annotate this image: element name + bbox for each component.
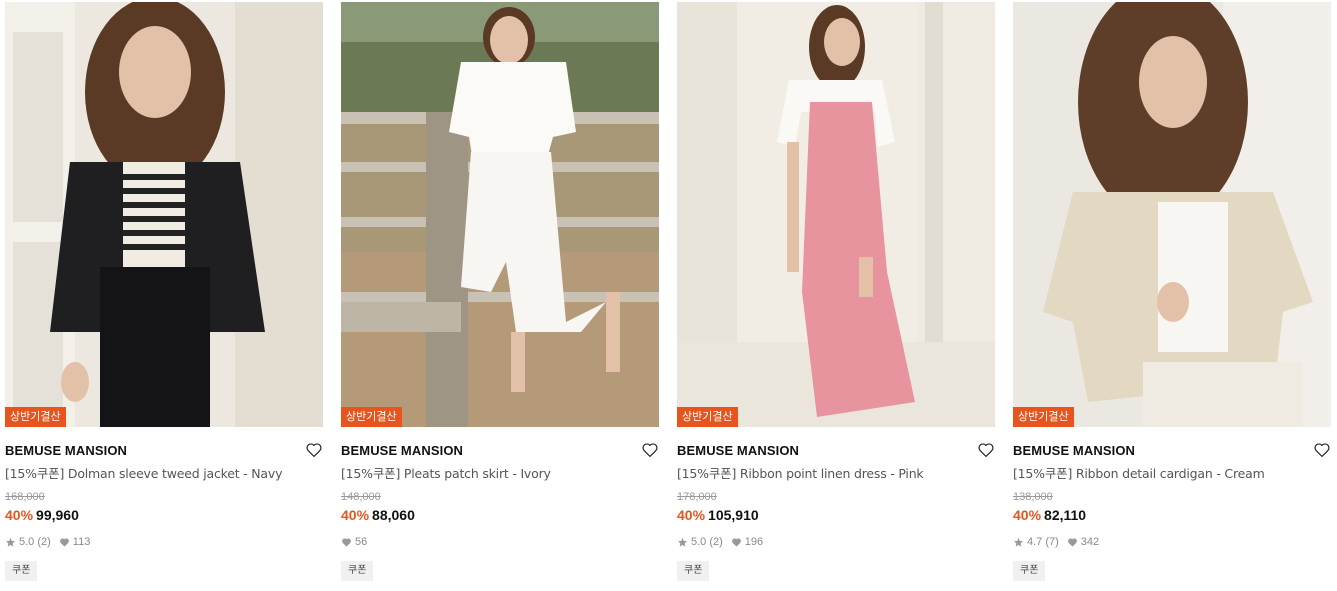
rating-text: 5.0 (2) bbox=[691, 536, 723, 548]
original-price: 168,000 bbox=[5, 491, 45, 503]
original-price: 178,000 bbox=[677, 491, 717, 503]
price-row: 40% 88,060 bbox=[341, 507, 659, 524]
price-row: 40% 82,110 bbox=[1013, 507, 1331, 524]
likes-group: 196 bbox=[731, 535, 763, 549]
original-price: 148,000 bbox=[341, 491, 381, 503]
promo-badge: 상반기결산 bbox=[1013, 407, 1074, 427]
brand-name[interactable]: BEMUSE MANSION bbox=[341, 440, 659, 462]
likes-group: 342 bbox=[1067, 535, 1099, 549]
brand-name[interactable]: BEMUSE MANSION bbox=[1013, 440, 1331, 462]
promo-badge: 상반기결산 bbox=[5, 407, 66, 427]
product-card[interactable]: 상반기결산 BEMUSE MANSION [15%쿠폰] Dolman slee… bbox=[5, 2, 323, 581]
likes-group: 113 bbox=[59, 535, 91, 549]
rating-group: 5.0 (2) bbox=[5, 535, 51, 549]
price-row: 40% 105,910 bbox=[677, 507, 995, 524]
sale-price: 99,960 bbox=[36, 507, 79, 523]
heart-icon[interactable] bbox=[1313, 441, 1331, 459]
likes-count: 342 bbox=[1080, 536, 1100, 548]
product-card[interactable]: 상반기결산 BEMUSE MANSION [15%쿠폰] Ribbon poin… bbox=[677, 2, 995, 581]
rating-group: 4.7 (7) bbox=[1013, 535, 1059, 549]
product-meta: 56 bbox=[341, 535, 659, 549]
product-card[interactable]: 상반기결산 BEMUSE MANSION [15%쿠폰] Ribbon deta… bbox=[1013, 2, 1331, 581]
product-card[interactable]: 상반기결산 BEMUSE MANSION [15%쿠폰] Pleats patc… bbox=[341, 2, 659, 581]
original-price: 138,000 bbox=[1013, 491, 1053, 503]
coupon-tag: 쿠폰 bbox=[1013, 561, 1046, 581]
sale-price: 88,060 bbox=[372, 507, 415, 523]
heart-icon[interactable] bbox=[641, 441, 659, 459]
sale-price: 82,110 bbox=[1044, 507, 1087, 523]
coupon-tag: 쿠폰 bbox=[341, 561, 374, 581]
product-meta: 5.0 (2) 113 bbox=[5, 535, 323, 549]
discount-rate: 40% bbox=[1013, 507, 1042, 523]
rating-text: 4.7 (7) bbox=[1027, 536, 1059, 548]
product-image[interactable]: 상반기결산 bbox=[5, 2, 323, 427]
heart-filled-icon bbox=[1067, 538, 1077, 547]
price-row: 40% 99,960 bbox=[5, 507, 323, 524]
likes-group: 56 bbox=[341, 535, 367, 549]
star-icon bbox=[1013, 537, 1024, 547]
likes-count: 56 bbox=[355, 536, 368, 548]
heart-filled-icon bbox=[342, 538, 351, 547]
heart-filled-icon bbox=[59, 538, 69, 547]
product-title[interactable]: [15%쿠폰] Pleats patch skirt - Ivory bbox=[341, 466, 659, 482]
star-icon bbox=[677, 537, 688, 547]
likes-count: 113 bbox=[72, 536, 91, 548]
star-icon bbox=[5, 537, 16, 547]
likes-count: 196 bbox=[744, 536, 764, 548]
product-meta: 4.7 (7) 342 bbox=[1013, 535, 1331, 549]
rating-text: 5.0 (2) bbox=[19, 536, 51, 548]
promo-badge: 상반기결산 bbox=[677, 407, 738, 427]
product-image[interactable]: 상반기결산 bbox=[341, 2, 659, 427]
product-meta: 5.0 (2) 196 bbox=[677, 535, 995, 549]
sale-price: 105,910 bbox=[708, 507, 759, 523]
discount-rate: 40% bbox=[341, 507, 370, 523]
heart-filled-icon bbox=[731, 538, 741, 547]
rating-group: 5.0 (2) bbox=[677, 535, 723, 549]
heart-icon[interactable] bbox=[305, 441, 323, 459]
discount-rate: 40% bbox=[5, 507, 34, 523]
product-grid: 상반기결산 BEMUSE MANSION [15%쿠폰] Dolman slee… bbox=[0, 0, 1337, 591]
coupon-tag: 쿠폰 bbox=[5, 561, 38, 581]
coupon-tag: 쿠폰 bbox=[677, 561, 710, 581]
product-title[interactable]: [15%쿠폰] Dolman sleeve tweed jacket - Nav… bbox=[5, 466, 323, 482]
discount-rate: 40% bbox=[677, 507, 706, 523]
heart-icon[interactable] bbox=[977, 441, 995, 459]
product-image[interactable]: 상반기결산 bbox=[677, 2, 995, 427]
product-image[interactable]: 상반기결산 bbox=[1013, 2, 1331, 427]
product-title[interactable]: [15%쿠폰] Ribbon detail cardigan - Cream bbox=[1013, 466, 1331, 482]
product-title[interactable]: [15%쿠폰] Ribbon point linen dress - Pink bbox=[677, 466, 995, 482]
brand-name[interactable]: BEMUSE MANSION bbox=[5, 440, 323, 462]
promo-badge: 상반기결산 bbox=[341, 407, 402, 427]
brand-name[interactable]: BEMUSE MANSION bbox=[677, 440, 995, 462]
